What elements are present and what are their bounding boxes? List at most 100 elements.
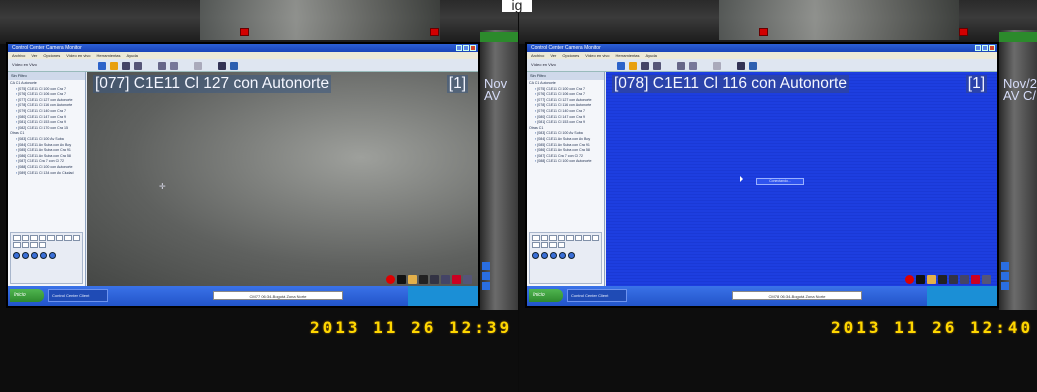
key-button[interactable] xyxy=(532,235,540,241)
draw-icon[interactable] xyxy=(419,275,428,284)
menu-ver[interactable]: Ver xyxy=(550,52,556,59)
menu-ver[interactable]: Ver xyxy=(31,52,37,59)
record-icon[interactable] xyxy=(905,275,914,284)
key-button[interactable] xyxy=(583,235,591,241)
layout-16-icon[interactable] xyxy=(689,62,697,70)
layout-16-icon[interactable] xyxy=(170,62,178,70)
menu-video[interactable]: Vídeo en vivo xyxy=(585,52,609,59)
playback-icon[interactable] xyxy=(218,62,226,70)
key-button[interactable] xyxy=(64,235,72,241)
menu-archivo[interactable]: Archivo xyxy=(12,52,25,59)
menu-herramientas[interactable]: Herramientas xyxy=(616,52,640,59)
stop-icon[interactable] xyxy=(916,275,925,284)
filter-header[interactable]: Sin Filtro xyxy=(527,72,604,80)
key-button[interactable] xyxy=(557,235,565,241)
key-button[interactable] xyxy=(30,242,38,248)
help-icon[interactable] xyxy=(98,62,106,70)
alert-icon[interactable] xyxy=(452,275,461,284)
menu-video[interactable]: Vídeo en vivo xyxy=(66,52,90,59)
maximize-icon[interactable] xyxy=(463,45,469,51)
menu-ayuda[interactable]: Ayuda xyxy=(646,52,657,59)
key-button[interactable] xyxy=(549,242,557,248)
key-button[interactable] xyxy=(13,242,21,248)
key-button[interactable] xyxy=(574,235,582,241)
tree-item[interactable]: [088] C1E11 Cl 100 con Autonorte xyxy=(529,159,602,165)
record-icon[interactable] xyxy=(386,275,395,284)
key-button[interactable] xyxy=(540,235,548,241)
menu-opciones[interactable]: Opciones xyxy=(43,52,60,59)
grid-icon[interactable] xyxy=(441,275,450,284)
system-tray xyxy=(408,286,478,306)
taskbar-app[interactable]: Control Center Client xyxy=(48,289,108,302)
snapshot-icon[interactable] xyxy=(713,62,721,70)
layout-1-icon[interactable] xyxy=(122,62,130,70)
layout-4-icon[interactable] xyxy=(653,62,661,70)
zoom-icon[interactable] xyxy=(49,252,56,259)
key-button[interactable] xyxy=(549,235,557,241)
key-button[interactable] xyxy=(532,242,540,248)
map-icon[interactable] xyxy=(230,62,238,70)
start-button[interactable]: Inicio xyxy=(10,289,44,302)
key-button[interactable] xyxy=(47,235,55,241)
key-button[interactable] xyxy=(566,235,574,241)
ptz-up-icon[interactable] xyxy=(541,252,548,259)
zoom-tool-icon[interactable] xyxy=(949,275,958,284)
close-icon[interactable] xyxy=(470,45,476,51)
layout-1-icon[interactable] xyxy=(641,62,649,70)
tree-item[interactable]: [089] C1E11 Cl 134 con Av Ciudad xyxy=(10,171,83,177)
key-button[interactable] xyxy=(72,235,80,241)
key-button[interactable] xyxy=(21,235,29,241)
key-button[interactable] xyxy=(13,235,21,241)
key-button[interactable] xyxy=(540,242,548,248)
video-viewport[interactable]: [077] C1E11 Cl 127 con Autonorte [1] ✛ xyxy=(87,72,478,286)
snapshot-icon[interactable] xyxy=(408,275,417,284)
ptz-left-icon[interactable] xyxy=(13,252,20,259)
ptz-right-icon[interactable] xyxy=(559,252,566,259)
filter-header[interactable]: Sin Filtro xyxy=(8,72,85,80)
search-icon[interactable] xyxy=(463,275,472,284)
toolbar-label[interactable]: Vídeo en Vivo xyxy=(12,62,37,67)
ptz-down-icon[interactable] xyxy=(31,252,38,259)
ptz-up-icon[interactable] xyxy=(22,252,29,259)
snapshot-icon[interactable] xyxy=(194,62,202,70)
maximize-icon[interactable] xyxy=(982,45,988,51)
key-button[interactable] xyxy=(55,235,63,241)
minimize-icon[interactable] xyxy=(975,45,981,51)
toolbar-label[interactable]: Vídeo en Vivo xyxy=(531,62,556,67)
layout-9-icon[interactable] xyxy=(158,62,166,70)
key-button[interactable] xyxy=(30,235,38,241)
layout-9-icon[interactable] xyxy=(677,62,685,70)
map-icon[interactable] xyxy=(749,62,757,70)
menu-ayuda[interactable]: Ayuda xyxy=(127,52,138,59)
menu-opciones[interactable]: Opciones xyxy=(562,52,579,59)
zoom-icon[interactable] xyxy=(568,252,575,259)
menu-archivo[interactable]: Archivo xyxy=(531,52,544,59)
snapshot-icon[interactable] xyxy=(927,275,936,284)
minimize-icon[interactable] xyxy=(456,45,462,51)
zoom-tool-icon[interactable] xyxy=(430,275,439,284)
key-button[interactable] xyxy=(38,242,46,248)
ptz-left-icon[interactable] xyxy=(532,252,539,259)
key-button[interactable] xyxy=(38,235,46,241)
stop-icon[interactable] xyxy=(397,275,406,284)
menu-herramientas[interactable]: Herramientas xyxy=(97,52,121,59)
settings-icon[interactable] xyxy=(110,62,118,70)
key-button[interactable] xyxy=(557,242,565,248)
grid-icon[interactable] xyxy=(960,275,969,284)
help-icon[interactable] xyxy=(617,62,625,70)
taskbar-app[interactable]: Control Center Client xyxy=(567,289,627,302)
key-button[interactable] xyxy=(591,235,599,241)
key-button[interactable] xyxy=(21,242,29,248)
tree-item[interactable]: [088] C1E11 Cl 100 con Autonorte xyxy=(10,165,83,171)
playback-icon[interactable] xyxy=(737,62,745,70)
settings-icon[interactable] xyxy=(629,62,637,70)
alert-icon[interactable] xyxy=(971,275,980,284)
video-viewport[interactable]: [078] C1E11 Cl 116 con Autonorte [1] Con… xyxy=(606,72,997,286)
draw-icon[interactable] xyxy=(938,275,947,284)
ptz-down-icon[interactable] xyxy=(550,252,557,259)
search-icon[interactable] xyxy=(982,275,991,284)
layout-4-icon[interactable] xyxy=(134,62,142,70)
close-icon[interactable] xyxy=(989,45,995,51)
start-button[interactable]: Inicio xyxy=(529,289,563,302)
ptz-right-icon[interactable] xyxy=(40,252,47,259)
